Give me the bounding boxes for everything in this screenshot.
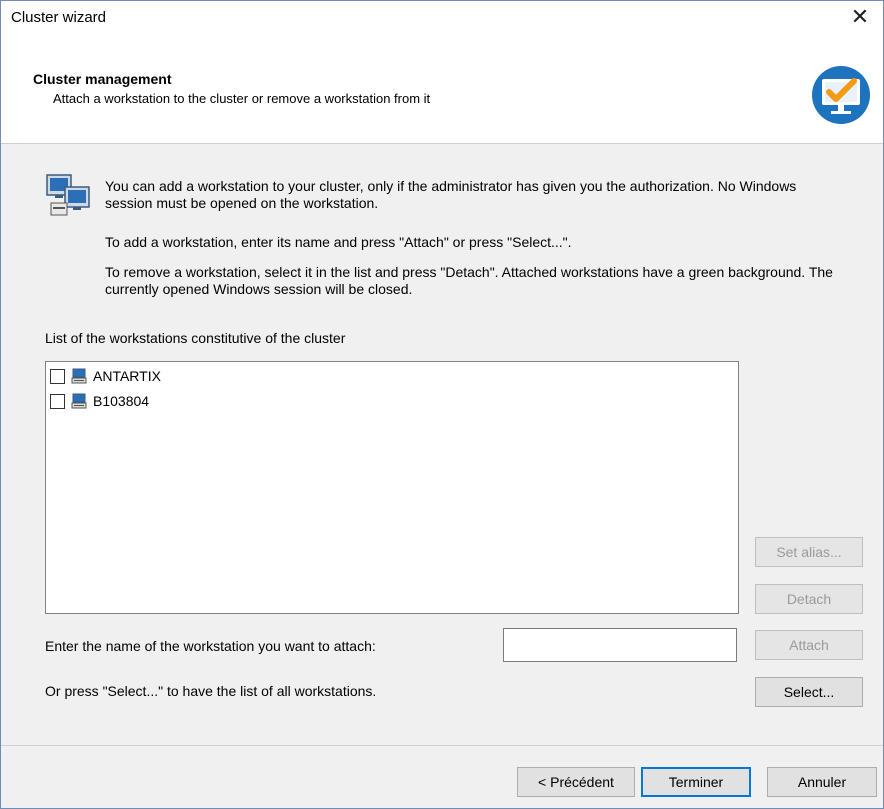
cancel-button[interactable]: Annuler (767, 767, 877, 797)
wizard-footer: < Précédent Terminer Annuler (1, 745, 883, 808)
page-subtitle: Attach a workstation to the cluster or r… (53, 91, 431, 106)
workstation-name: B103804 (93, 393, 150, 409)
monitor-check-icon (812, 66, 870, 124)
workstation-icon (71, 393, 87, 409)
workstation-list[interactable]: ANTARTIX B103804 (45, 361, 739, 614)
workstation-checkbox[interactable] (50, 368, 65, 384)
detach-button[interactable]: Detach (755, 584, 863, 614)
info-text-remove: To remove a workstation, select it in th… (105, 264, 833, 297)
list-label: List of the workstations constitutive of… (45, 330, 346, 346)
cluster-wizard-window: Cluster wizard ✕ Cluster management Atta… (0, 0, 884, 809)
title-bar: Cluster wizard ✕ (1, 1, 883, 33)
select-button[interactable]: Select... (755, 677, 863, 707)
attach-label: Enter the name of the workstation you wa… (45, 638, 376, 654)
back-button-label: < Précédent (538, 774, 614, 790)
attach-button[interactable]: Attach (755, 630, 863, 660)
select-hint: Or press "Select..." to have the list of… (45, 683, 377, 699)
workstation-icon (71, 368, 87, 384)
list-item[interactable]: B103804 (50, 390, 149, 412)
set-alias-button[interactable]: Set alias... (755, 537, 863, 567)
page-title: Cluster management (33, 71, 172, 87)
info-text-authorization: You can add a workstation to your cluste… (105, 178, 797, 211)
wizard-header: Cluster management Attach a workstation … (1, 33, 883, 144)
workstation-name: ANTARTIX (93, 368, 161, 384)
back-button[interactable]: < Précédent (517, 767, 635, 797)
close-icon[interactable]: ✕ (837, 1, 883, 33)
finish-button[interactable]: Terminer (641, 767, 751, 797)
workstation-checkbox[interactable] (50, 393, 65, 409)
list-item[interactable]: ANTARTIX (50, 365, 161, 387)
info-text-add: To add a workstation, enter its name and… (105, 234, 572, 250)
workstations-icon (46, 174, 90, 216)
workstation-name-input[interactable] (503, 628, 737, 662)
window-title: Cluster wizard (11, 9, 107, 26)
